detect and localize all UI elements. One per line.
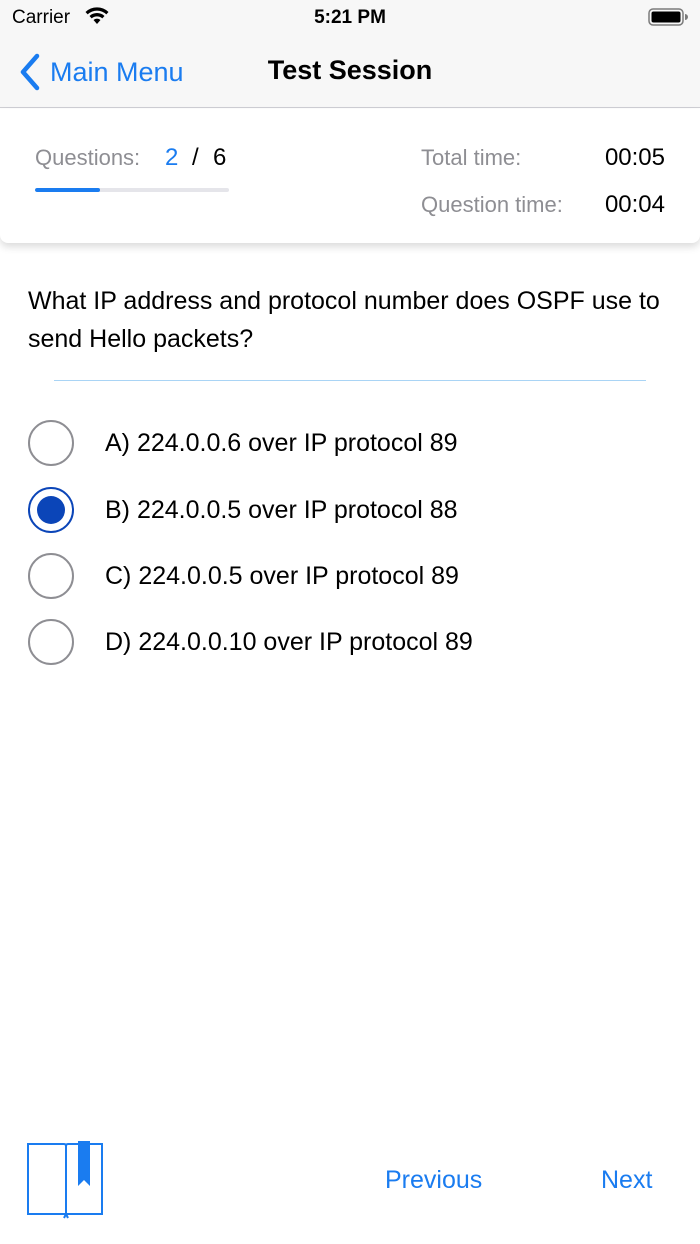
total-time-label: Total time: — [421, 145, 522, 170]
radio-button[interactable] — [28, 619, 74, 665]
total-time-value: 00:05 — [604, 144, 665, 171]
radio-button[interactable] — [28, 553, 74, 599]
question-count-separator: / — [192, 144, 199, 171]
answer-option-label: A) 224.0.0.6 over IP protocol 89 — [105, 428, 458, 457]
question-time-value: 00:04 — [604, 191, 665, 218]
answer-option-b[interactable]: B) 224.0.0.5 over IP protocol 88 — [28, 485, 668, 535]
answer-option-a[interactable]: A) 224.0.0.6 over IP protocol 89 — [28, 418, 668, 468]
battery-icon — [648, 8, 688, 26]
radio-button[interactable] — [28, 420, 74, 466]
clock: 5:21 PM — [314, 7, 386, 28]
total-questions-number: 6 — [213, 144, 227, 171]
previous-button[interactable]: Previous — [385, 1166, 482, 1195]
page-title: Test Session — [267, 55, 433, 85]
answer-option-label: B) 224.0.0.5 over IP protocol 88 — [105, 495, 458, 524]
next-button[interactable]: Next — [601, 1166, 652, 1195]
answer-option-label: C) 224.0.0.5 over IP protocol 89 — [105, 561, 459, 590]
current-question-number: 2 — [165, 144, 179, 171]
question-progress-fill — [35, 188, 100, 192]
question-divider — [54, 380, 646, 381]
question-time-label: Question time: — [421, 192, 563, 217]
answer-option-d[interactable]: D) 224.0.0.10 over IP protocol 89 — [28, 617, 668, 667]
book-bookmark-icon[interactable] — [26, 1140, 106, 1220]
answer-option-c[interactable]: C) 224.0.0.5 over IP protocol 89 — [28, 551, 668, 601]
questions-label: Questions: — [35, 145, 141, 170]
radio-button[interactable] — [28, 487, 74, 533]
test-session-screen: Carrier 5:21 PM Main Menu Test Session Q… — [0, 0, 700, 1244]
navigation-bar: Main Menu Test Session — [0, 36, 700, 108]
session-stats-card: Questions: 2 / 6 Total time: 00:05 Quest… — [0, 109, 700, 243]
answer-option-label: D) 224.0.0.10 over IP protocol 89 — [105, 627, 473, 656]
status-bar: Carrier 5:21 PM — [0, 0, 700, 36]
question-progress-bar — [35, 188, 229, 192]
question-text: What IP address and protocol number does… — [28, 287, 660, 353]
